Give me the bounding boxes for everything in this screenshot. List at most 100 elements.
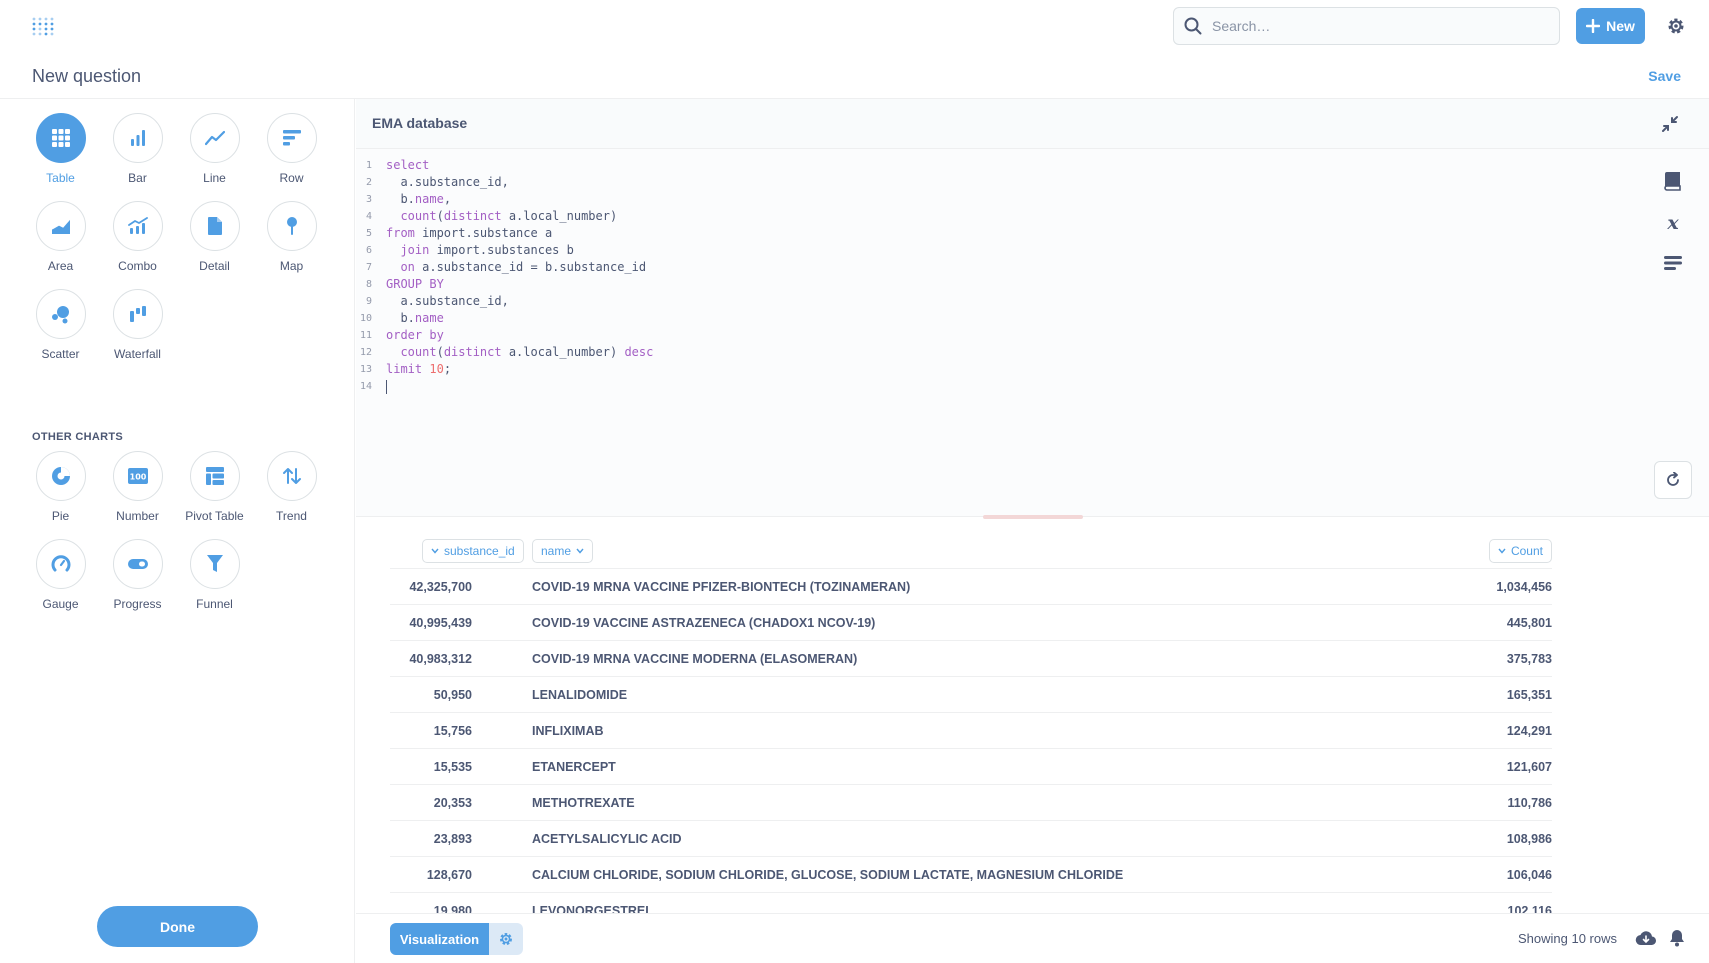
cell-count[interactable]: 108,986: [1507, 832, 1552, 846]
code-text[interactable]: count(distinct a.local_number) desc: [386, 344, 653, 361]
chart-option-circle[interactable]: 100: [112, 451, 163, 501]
code-line[interactable]: 2 a.substance_id,: [356, 174, 653, 191]
table-row[interactable]: 128,670 CALCIUM CHLORIDE, SODIUM CHLORIDE…: [390, 857, 1552, 893]
cell-substance-id[interactable]: 40,983,312: [409, 652, 472, 666]
cell-substance-id[interactable]: 128,670: [427, 868, 472, 882]
code-line[interactable]: 3 b.name,: [356, 191, 653, 208]
code-text[interactable]: select: [386, 157, 429, 174]
chart-option-pie[interactable]: Pie: [29, 451, 92, 523]
bell-icon[interactable]: [1669, 929, 1685, 947]
cell-count[interactable]: 110,786: [1508, 796, 1553, 810]
chart-option-bar[interactable]: Bar: [106, 113, 169, 185]
download-icon[interactable]: [1635, 930, 1657, 948]
visualization-button[interactable]: Visualization: [390, 923, 489, 955]
code-line[interactable]: 13 limit 10;: [356, 361, 653, 378]
chart-option-number[interactable]: 100 Number: [106, 451, 169, 523]
cell-substance-id[interactable]: 15,535: [434, 760, 472, 774]
run-query-button[interactable]: [1654, 461, 1692, 499]
visualization-settings-button[interactable]: [489, 923, 523, 955]
done-button[interactable]: Done: [97, 906, 258, 947]
code-text[interactable]: [386, 378, 387, 395]
chart-option-circle[interactable]: [35, 451, 86, 501]
chart-option-gauge[interactable]: Gauge: [29, 539, 92, 611]
code-text[interactable]: from import.substance a: [386, 225, 552, 242]
cell-substance-id[interactable]: 15,756: [434, 724, 472, 738]
chart-option-progress[interactable]: Progress: [106, 539, 169, 611]
code-line[interactable]: 12 count(distinct a.local_number) desc: [356, 344, 653, 361]
cell-name[interactable]: LEVONORGESTREL: [532, 904, 653, 913]
chart-option-map[interactable]: Map: [260, 201, 323, 273]
cell-count[interactable]: 1,034,456: [1496, 580, 1552, 594]
chart-option-detail[interactable]: Detail: [183, 201, 246, 273]
code-line[interactable]: 14: [356, 378, 653, 395]
chart-option-circle[interactable]: [112, 201, 163, 251]
chart-option-scatter[interactable]: Scatter: [29, 289, 92, 361]
chart-option-circle[interactable]: [35, 539, 86, 589]
code-text[interactable]: on a.substance_id = b.substance_id: [386, 259, 646, 276]
cell-count[interactable]: 375,783: [1507, 652, 1552, 666]
column-header-count[interactable]: Count: [1488, 539, 1552, 563]
table-row[interactable]: 42,325,700 COVID-19 MRNA VACCINE PFIZER-B…: [390, 569, 1552, 605]
cell-name[interactable]: COVID-19 MRNA VACCINE PFIZER-BIONTECH (T…: [532, 580, 910, 594]
code-text[interactable]: a.substance_id,: [386, 293, 508, 310]
sql-editor[interactable]: 1 select 2 a.substance_id, 3 b.name, 4 count…: [356, 149, 1709, 517]
cell-name[interactable]: METHOTREXATE: [532, 796, 635, 810]
chart-option-circle[interactable]: [189, 451, 240, 501]
snippet-icon[interactable]: [1663, 255, 1683, 271]
new-button[interactable]: New: [1576, 8, 1645, 44]
code-text[interactable]: join import.substances b: [386, 242, 573, 259]
code-lines[interactable]: 1 select 2 a.substance_id, 3 b.name, 4 count…: [356, 157, 653, 395]
column-header-name[interactable]: name: [532, 539, 594, 563]
cell-count[interactable]: 165,351: [1507, 688, 1552, 702]
search-input[interactable]: [1212, 16, 1542, 36]
code-text[interactable]: count(distinct a.local_number): [386, 208, 617, 225]
chart-option-circle[interactable]: [266, 451, 317, 501]
gear-icon[interactable]: [1666, 16, 1686, 36]
cell-count[interactable]: 121,607: [1507, 760, 1552, 774]
chart-option-circle[interactable]: [35, 289, 86, 339]
collapse-icon[interactable]: [1661, 115, 1679, 133]
table-row[interactable]: 15,756 INFLIXIMAB 124,291: [390, 713, 1552, 749]
chart-option-circle[interactable]: [189, 539, 240, 589]
variable-icon[interactable]: x: [1663, 213, 1683, 233]
table-row[interactable]: 23,893 ACETYLSALICYLIC ACID 108,986: [390, 821, 1552, 857]
chart-option-circle[interactable]: [112, 289, 163, 339]
code-line[interactable]: 7 on a.substance_id = b.substance_id: [356, 259, 653, 276]
cell-substance-id[interactable]: 19,980: [434, 904, 472, 913]
cell-name[interactable]: ACETYLSALICYLIC ACID: [532, 832, 682, 846]
code-text[interactable]: order by: [386, 327, 444, 344]
cell-name[interactable]: INFLIXIMAB: [532, 724, 604, 738]
code-text[interactable]: b.name: [386, 310, 443, 327]
chart-option-funnel[interactable]: Funnel: [183, 539, 246, 611]
cell-name[interactable]: COVID-19 MRNA VACCINE MODERNA (ELASOMERA…: [532, 652, 857, 666]
chart-option-circle[interactable]: [189, 113, 240, 163]
chart-option-line[interactable]: Line: [183, 113, 246, 185]
cell-count[interactable]: 124,291: [1507, 724, 1552, 738]
chart-option-circle[interactable]: [35, 113, 86, 163]
cell-count[interactable]: 102,116: [1508, 904, 1553, 913]
chart-option-area[interactable]: Area: [29, 201, 92, 273]
search-box[interactable]: [1173, 7, 1560, 45]
table-row[interactable]: 40,983,312 COVID-19 MRNA VACCINE MODERNA …: [390, 641, 1552, 677]
code-line[interactable]: 4 count(distinct a.local_number): [356, 208, 653, 225]
chart-option-circle[interactable]: [112, 113, 163, 163]
cell-name[interactable]: LENALIDOMIDE: [532, 688, 627, 702]
code-line[interactable]: 5 from import.substance a: [356, 225, 653, 242]
code-line[interactable]: 11 order by: [356, 327, 653, 344]
chart-option-table[interactable]: Table: [29, 113, 92, 185]
code-text[interactable]: a.substance_id,: [386, 174, 508, 191]
chart-option-row[interactable]: Row: [260, 113, 323, 185]
code-line[interactable]: 9 a.substance_id,: [356, 293, 653, 310]
chart-option-circle[interactable]: [266, 113, 317, 163]
cell-count[interactable]: 445,801: [1507, 616, 1552, 630]
cell-substance-id[interactable]: 23,893: [434, 832, 472, 846]
chart-option-circle[interactable]: [189, 201, 240, 251]
code-line[interactable]: 1 select: [356, 157, 653, 174]
code-text[interactable]: limit 10;: [386, 361, 451, 378]
chart-option-pivot-table[interactable]: Pivot Table: [183, 451, 246, 523]
code-line[interactable]: 6 join import.substances b: [356, 242, 653, 259]
code-line[interactable]: 8 GROUP BY: [356, 276, 653, 293]
column-header-substance-id[interactable]: substance_id: [422, 539, 524, 563]
database-picker[interactable]: EMA database: [372, 115, 467, 131]
table-row[interactable]: 40,995,439 COVID-19 VACCINE ASTRAZENECA (…: [390, 605, 1552, 641]
